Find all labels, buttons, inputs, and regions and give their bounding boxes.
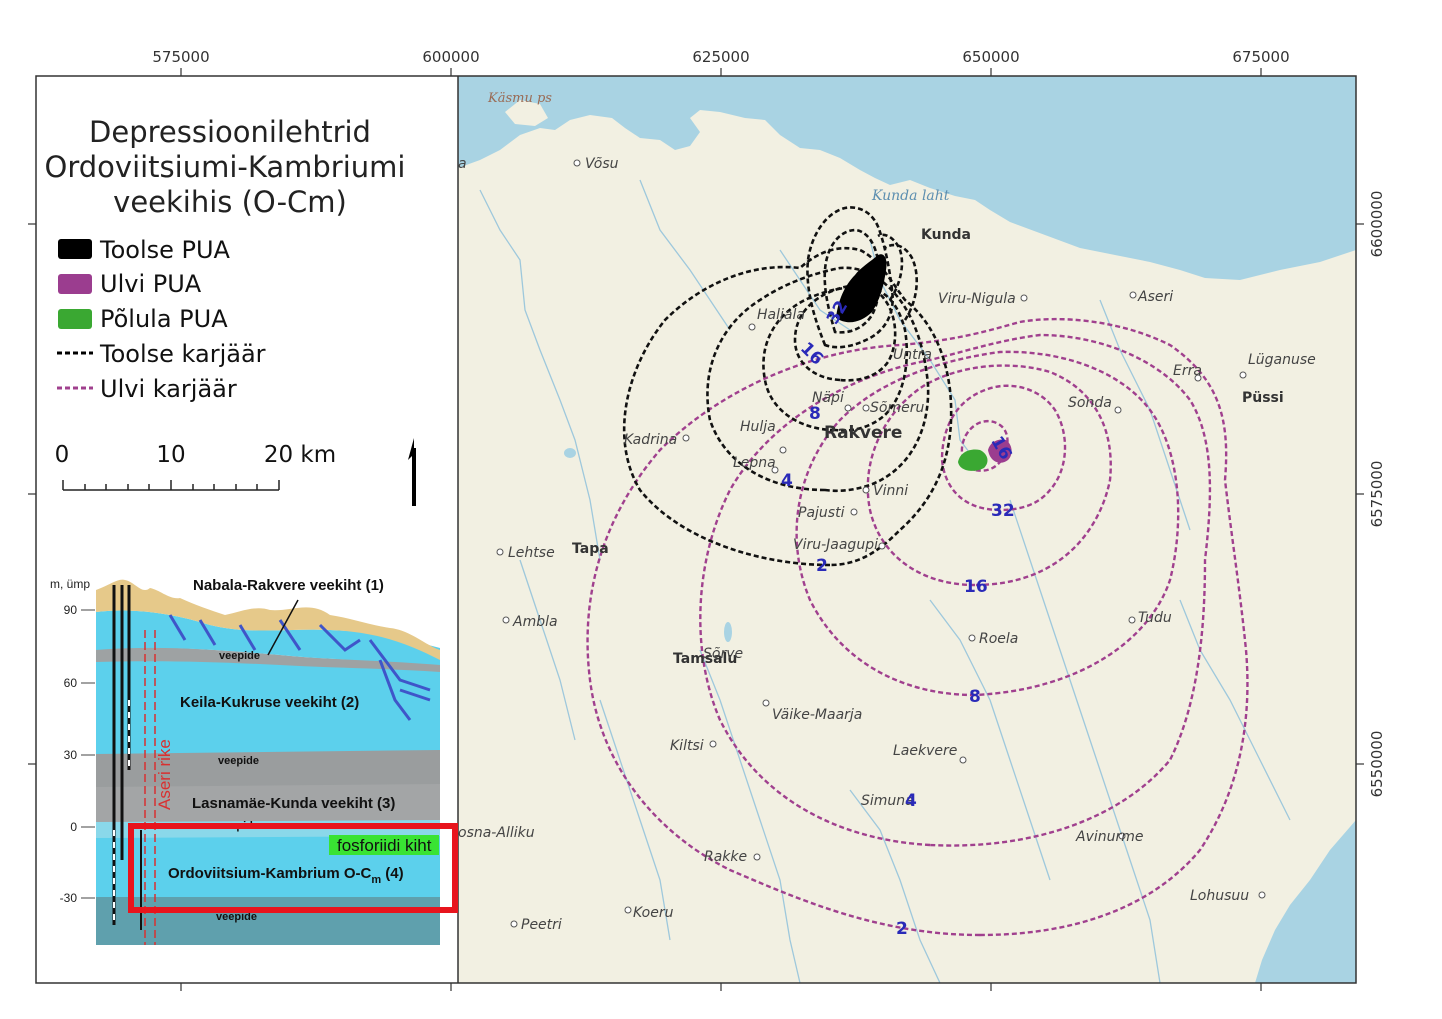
place-tudu: Tudu [1138, 610, 1172, 626]
place-viru-jaagupi: Viru-Jaagupi [793, 537, 878, 553]
scale-label-10: 10 [156, 442, 185, 468]
contour-label-ulvi-2: 2 [896, 919, 908, 939]
contour-label-ulvi-8: 8 [969, 687, 981, 707]
legend-swatch-ulvi-pua [58, 274, 92, 294]
y-tick-label: 6550000 [1368, 731, 1386, 798]
lake-small-2 [724, 622, 732, 642]
place-rakke: Rakke [704, 849, 747, 865]
layer-bottom-aquitard [96, 895, 440, 945]
place-kadrina: Kadrina [624, 432, 677, 448]
map-figure: Käsmu ps Kunda laht Kunda Rakvere Tapa T… [28, 48, 1386, 991]
town-pussi: Püssi [1242, 390, 1284, 406]
place-peetri: Peetri [521, 917, 562, 933]
section-y-tick: 60 [64, 676, 78, 690]
label-ordov-num: (4) [381, 865, 404, 882]
section-y-tick: 90 [64, 603, 78, 617]
place-kosna-alliku: osna-Alliku [458, 825, 535, 841]
place-vosu: Võsu [585, 156, 619, 172]
x-tick-label: 650000 [962, 48, 1019, 66]
place-vaike-maarja: Väike-Maarja [772, 707, 862, 723]
town-rakvere: Rakvere [824, 423, 902, 443]
place-haljala: Haljala [757, 307, 805, 323]
section-y-tick: 30 [64, 748, 78, 762]
legend-label-toolse-karjaar: Toolse karjäär [99, 340, 266, 368]
legend-title-line-3: veekihis (O-Cm) [113, 185, 347, 219]
place-aseri: Aseri [1137, 289, 1173, 305]
x-tick-label: 625000 [692, 48, 749, 66]
legend-label-ulvi-pua: Ulvi PUA [100, 270, 202, 298]
section-y-tick: 0 [70, 820, 77, 834]
place-edge-a: a [458, 156, 467, 172]
place-lepna: Lepna [733, 455, 776, 471]
place-ambla: Ambla [512, 614, 558, 630]
water-label-kasmu: Käsmu ps [487, 91, 552, 106]
label-nabala: Nabala-Rakvere veekiht (1) [193, 577, 384, 594]
section-y-tick: -30 [60, 891, 78, 905]
place-kiltsi: Kiltsi [670, 738, 704, 754]
legend-label-polula-pua: Põlula PUA [100, 305, 228, 333]
place-koeru: Koeru [633, 905, 674, 921]
x-tick-label: 600000 [422, 48, 479, 66]
place-laekvere: Laekvere [893, 743, 957, 759]
aseri-fault-label: Aseri rike [155, 739, 174, 810]
y-tick-label: 6575000 [1368, 461, 1386, 528]
section-y-unit: m, ümp [50, 577, 90, 591]
contour-label-toolse-2: 2 [816, 556, 828, 576]
y-tick-label: 6600000 [1368, 191, 1386, 258]
contour-label-toolse-8: 8 [809, 404, 821, 424]
legend-title-line-1: Depressioonilehtrid [89, 115, 371, 149]
contour-label-ulvi-32: 32 [991, 501, 1015, 521]
legend-swatch-toolse-pua [58, 239, 92, 259]
legend-panel: Depressioonilehtrid Ordoviitsiumi-Kambri… [37, 76, 459, 983]
contour-label-ulvi-16: 16 [964, 577, 988, 597]
place-viru-nigula: Viru-Nigula [938, 291, 1016, 307]
label-veepide-1: veepide [219, 650, 260, 662]
label-ordov-main: Ordoviitsium-Kambrium O-C [168, 865, 372, 882]
place-untra: Untra [893, 347, 932, 363]
contour-label-ulvi-4: 4 [905, 791, 917, 811]
lake-small-1 [564, 448, 576, 458]
y-tick-labels: 6600000 6575000 6550000 [1368, 191, 1386, 798]
legend-label-ulvi-karjaar: Ulvi karjäär [100, 375, 237, 403]
legend-swatch-polula-pua [58, 309, 92, 329]
label-lasnamae: Lasnamäe-Kunda veekiht (3) [192, 795, 395, 812]
contour-label-toolse-4: 4 [781, 471, 793, 491]
label-phosphorite: fosforiidi kiht [337, 836, 432, 855]
place-avinurme: Avinurme [1075, 829, 1144, 845]
place-luganuse: Lüganuse [1248, 352, 1316, 368]
place-erra: Erra [1173, 363, 1202, 379]
x-tick-label: 575000 [152, 48, 209, 66]
place-vinni: Vinni [873, 483, 908, 499]
label-keila: Keila-Kukruse veekiht (2) [180, 694, 359, 711]
water-label-kunda-laht: Kunda laht [871, 188, 950, 204]
place-sonda: Sonda [1068, 395, 1112, 411]
place-someru: Sõmeru [870, 400, 924, 416]
town-kunda: Kunda [921, 227, 971, 243]
legend-title-line-2: Ordoviitsiumi-Kambriumi [45, 150, 406, 184]
layer-lower-aquitard [96, 748, 440, 787]
cross-section: m, ümp 90 60 30 0 -30 Aseri rike Nabala-… [50, 577, 458, 945]
place-roela: Roela [979, 631, 1018, 647]
place-hulja: Hulja [740, 419, 776, 435]
town-tapa: Tapa [572, 541, 609, 557]
x-axis-top [180, 68, 1262, 76]
legend-label-toolse-pua: Toolse PUA [99, 236, 231, 264]
x-tick-labels: 575000 600000 625000 650000 675000 [152, 48, 1289, 66]
place-saare: Sõrve [703, 646, 743, 662]
place-pajusti: Pajusti [798, 505, 845, 521]
label-veepide-2: veepide [218, 755, 259, 767]
map-panel: Käsmu ps Kunda laht Kunda Rakvere Tapa T… [458, 76, 1356, 983]
scale-label-20: 20 km [264, 442, 336, 468]
place-lehtse: Lehtse [508, 545, 555, 561]
place-lohusuu: Lohusuu [1190, 888, 1249, 904]
label-ordov-sub: m [371, 874, 381, 886]
x-axis-bottom [180, 983, 1262, 991]
scale-label-0: 0 [55, 442, 70, 468]
x-tick-label: 675000 [1232, 48, 1289, 66]
